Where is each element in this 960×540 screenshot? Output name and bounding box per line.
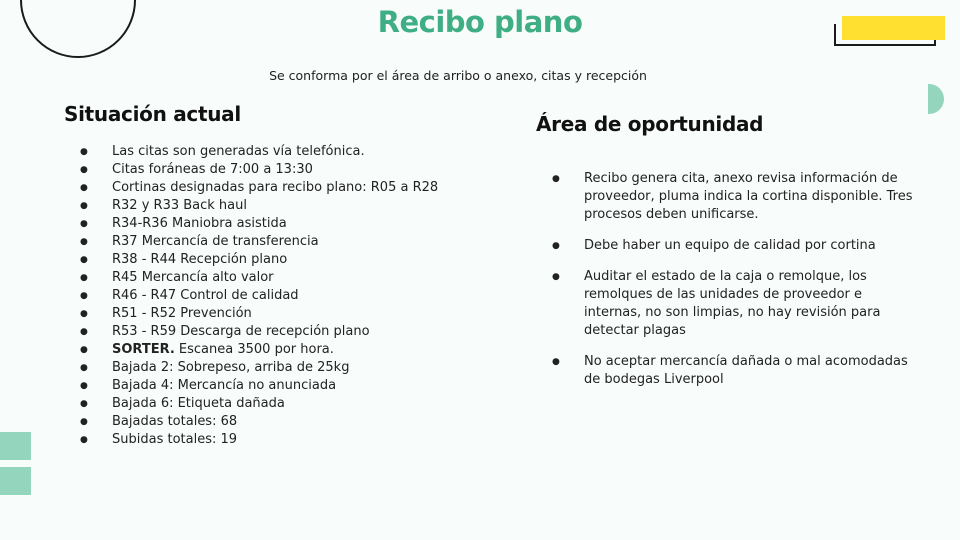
opportunity-list: Recibo genera cita, anexo revisa informa… (552, 170, 922, 402)
list-item: Bajada 6: Etiqueta dañada (80, 395, 440, 413)
decorative-yellow-rect (842, 16, 945, 40)
section-heading-current: Situación actual (64, 102, 241, 126)
page-title: Recibo plano (377, 5, 583, 39)
decorative-half-circle (928, 84, 944, 114)
list-item-sorter: SORTER. Escanea 3500 por hora. (80, 341, 440, 359)
list-item: Recibo genera cita, anexo revisa informa… (552, 170, 922, 224)
list-item: Citas foráneas de 7:00 a 13:30 (80, 161, 440, 179)
list-item: R38 - R44 Recepción plano (80, 251, 440, 269)
list-item: R37 Mercancía de transferencia (80, 233, 440, 251)
list-item: Bajadas totales: 68 (80, 413, 440, 431)
list-item: R34-R36 Maniobra asistida (80, 215, 440, 233)
current-situation-list: Las citas son generadas vía telefónica. … (80, 143, 440, 449)
list-item: Bajada 4: Mercancía no anunciada (80, 377, 440, 395)
decorative-square (0, 467, 31, 495)
list-item: R32 y R33 Back haul (80, 197, 440, 215)
sorter-label: SORTER. (112, 342, 175, 357)
decorative-square (0, 432, 31, 460)
section-heading-opportunity: Área de oportunidad (536, 112, 764, 136)
subtitle: Se conforma por el área de arribo o anex… (269, 68, 647, 83)
list-item: R45 Mercancía alto valor (80, 269, 440, 287)
list-item: Subidas totales: 19 (80, 431, 440, 449)
list-item: Auditar el estado de la caja o remolque,… (552, 268, 922, 340)
list-item: Cortinas designadas para recibo plano: R… (80, 179, 440, 197)
slide: Recibo plano Se conforma por el área de … (0, 0, 960, 540)
list-item: Las citas son generadas vía telefónica. (80, 143, 440, 161)
list-item: Bajada 2: Sobrepeso, arriba de 25kg (80, 359, 440, 377)
sorter-text: Escanea 3500 por hora. (178, 342, 334, 357)
list-item: Debe haber un equipo de calidad por cort… (552, 237, 922, 255)
list-item: R51 - R52 Prevención (80, 305, 440, 323)
list-item: R46 - R47 Control de calidad (80, 287, 440, 305)
list-item: No aceptar mercancía dañada o mal acomod… (552, 353, 922, 389)
list-item: R53 - R59 Descarga de recepción plano (80, 323, 440, 341)
